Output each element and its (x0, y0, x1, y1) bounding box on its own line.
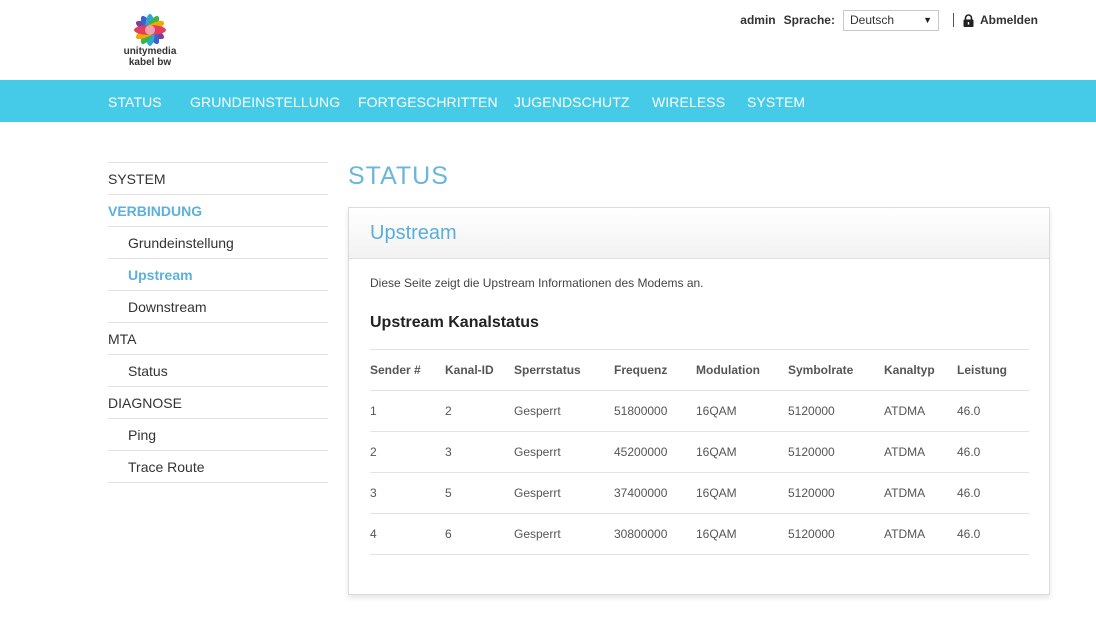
sidebar: SYSTEM VERBINDUNG Grundeinstellung Upstr… (108, 162, 328, 483)
table-cell: 16QAM (696, 445, 737, 459)
table-row: 4 6 Gesperrt 30800000 16QAM 5120000 ATDM… (370, 514, 1029, 555)
table-cell: 51800000 (614, 404, 668, 418)
logout-link[interactable]: Abmelden (963, 13, 1038, 27)
logo-text: unitymedia kabel bw (118, 46, 182, 68)
column-header: Kanaltyp (884, 363, 935, 377)
table-cell: 5120000 (788, 527, 835, 541)
table-cell: Gesperrt (514, 527, 561, 541)
table-cell: 3 (370, 486, 377, 500)
page-title: STATUS (348, 162, 449, 190)
table-cell: 30800000 (614, 527, 668, 541)
table-cell: ATDMA (884, 486, 926, 500)
table-cell: 2 (370, 445, 377, 459)
table-cell: Gesperrt (514, 486, 561, 500)
table-cell: 46.0 (957, 486, 981, 500)
column-header: Symbolrate (788, 363, 854, 377)
table-cell: 16QAM (696, 404, 737, 418)
sidebar-item-mta-status[interactable]: Status (108, 355, 328, 387)
table-row: 3 5 Gesperrt 37400000 16QAM 5120000 ATDM… (370, 473, 1029, 514)
table-header-row: Sender # Kanal-ID Sperrstatus Frequenz M… (370, 350, 1029, 391)
sidebar-item-verbindung[interactable]: VERBINDUNG (108, 195, 328, 227)
column-header: Kanal-ID (445, 363, 494, 377)
table-cell: ATDMA (884, 445, 926, 459)
panel-title: Upstream (349, 208, 1049, 259)
nav-item-wireless[interactable]: WIRELESS (652, 80, 725, 122)
table-cell: ATDMA (884, 404, 926, 418)
lock-icon (963, 13, 974, 27)
logout-label: Abmelden (979, 13, 1038, 27)
nav-item-status[interactable]: STATUS (108, 80, 162, 122)
table-cell: 46.0 (957, 527, 981, 541)
column-header: Frequenz (614, 363, 668, 377)
dropdown-arrow-icon: ▼ (923, 15, 932, 25)
table-cell: Gesperrt (514, 404, 561, 418)
table-cell: 2 (445, 404, 452, 418)
sidebar-item-upstream[interactable]: Upstream (108, 259, 328, 291)
table-cell: 5 (445, 486, 452, 500)
panel-description: Diese Seite zeigt die Upstream Informati… (370, 276, 704, 290)
logo-line-2: kabel bw (128, 57, 172, 68)
table-cell: 16QAM (696, 486, 737, 500)
column-header: Leistung (957, 363, 1007, 377)
table-cell: Gesperrt (514, 445, 561, 459)
logo-line-1: unitymedia (123, 46, 177, 57)
sidebar-item-downstream[interactable]: Downstream (108, 291, 328, 323)
column-header: Sender # (370, 363, 421, 377)
language-select-value: Deutsch (849, 13, 895, 27)
nav-item-fortgeschritten[interactable]: FORTGESCHRITTEN (358, 80, 498, 122)
table-cell: 45200000 (614, 445, 668, 459)
sidebar-item-grundeinstellung[interactable]: Grundeinstellung (108, 227, 328, 259)
table-row: 1 2 Gesperrt 51800000 16QAM 5120000 ATDM… (370, 391, 1029, 432)
main-nav: STATUS GRUNDEINSTELLUNG FORTGESCHRITTEN … (0, 80, 1096, 122)
table-cell: 5120000 (788, 404, 835, 418)
language-label: Sprache: (783, 13, 835, 27)
table-cell: 5120000 (788, 486, 835, 500)
table-cell: 1 (370, 404, 377, 418)
nav-item-system[interactable]: SYSTEM (747, 80, 805, 122)
table-cell: 46.0 (957, 445, 981, 459)
language-select[interactable]: Deutsch ▼ (842, 9, 939, 31)
column-header: Sperrstatus (514, 363, 581, 377)
table-cell: 6 (445, 527, 452, 541)
table-cell: ATDMA (884, 527, 926, 541)
table-cell: 16QAM (696, 527, 737, 541)
topbar: admin Sprache: Deutsch ▼ Abmelden (740, 9, 1038, 31)
header: unitymedia kabel bw admin Sprache: Deuts… (0, 0, 1096, 80)
section-title: Upstream Kanalstatus (370, 314, 539, 331)
divider (952, 13, 954, 27)
upstream-table: Sender # Kanal-ID Sperrstatus Frequenz M… (370, 349, 1029, 555)
nav-item-grundeinstellung[interactable]: GRUNDEINSTELLUNG (190, 80, 340, 122)
table-cell: 37400000 (614, 486, 668, 500)
sidebar-item-ping[interactable]: Ping (108, 419, 328, 451)
upstream-panel: Upstream Diese Seite zeigt die Upstream … (348, 207, 1050, 595)
sidebar-item-diagnose[interactable]: DIAGNOSE (108, 387, 328, 419)
column-header: Modulation (696, 363, 760, 377)
table-row: 2 3 Gesperrt 45200000 16QAM 5120000 ATDM… (370, 432, 1029, 473)
sidebar-item-mta[interactable]: MTA (108, 323, 328, 355)
sidebar-item-system[interactable]: SYSTEM (108, 163, 328, 195)
nav-item-jugendschutz[interactable]: JUGENDSCHUTZ (514, 80, 630, 122)
table-cell: 4 (370, 527, 377, 541)
table-cell: 46.0 (957, 404, 981, 418)
table-cell: 5120000 (788, 445, 835, 459)
username: admin (740, 13, 776, 27)
sidebar-item-trace-route[interactable]: Trace Route (108, 451, 328, 483)
table-cell: 3 (445, 445, 452, 459)
